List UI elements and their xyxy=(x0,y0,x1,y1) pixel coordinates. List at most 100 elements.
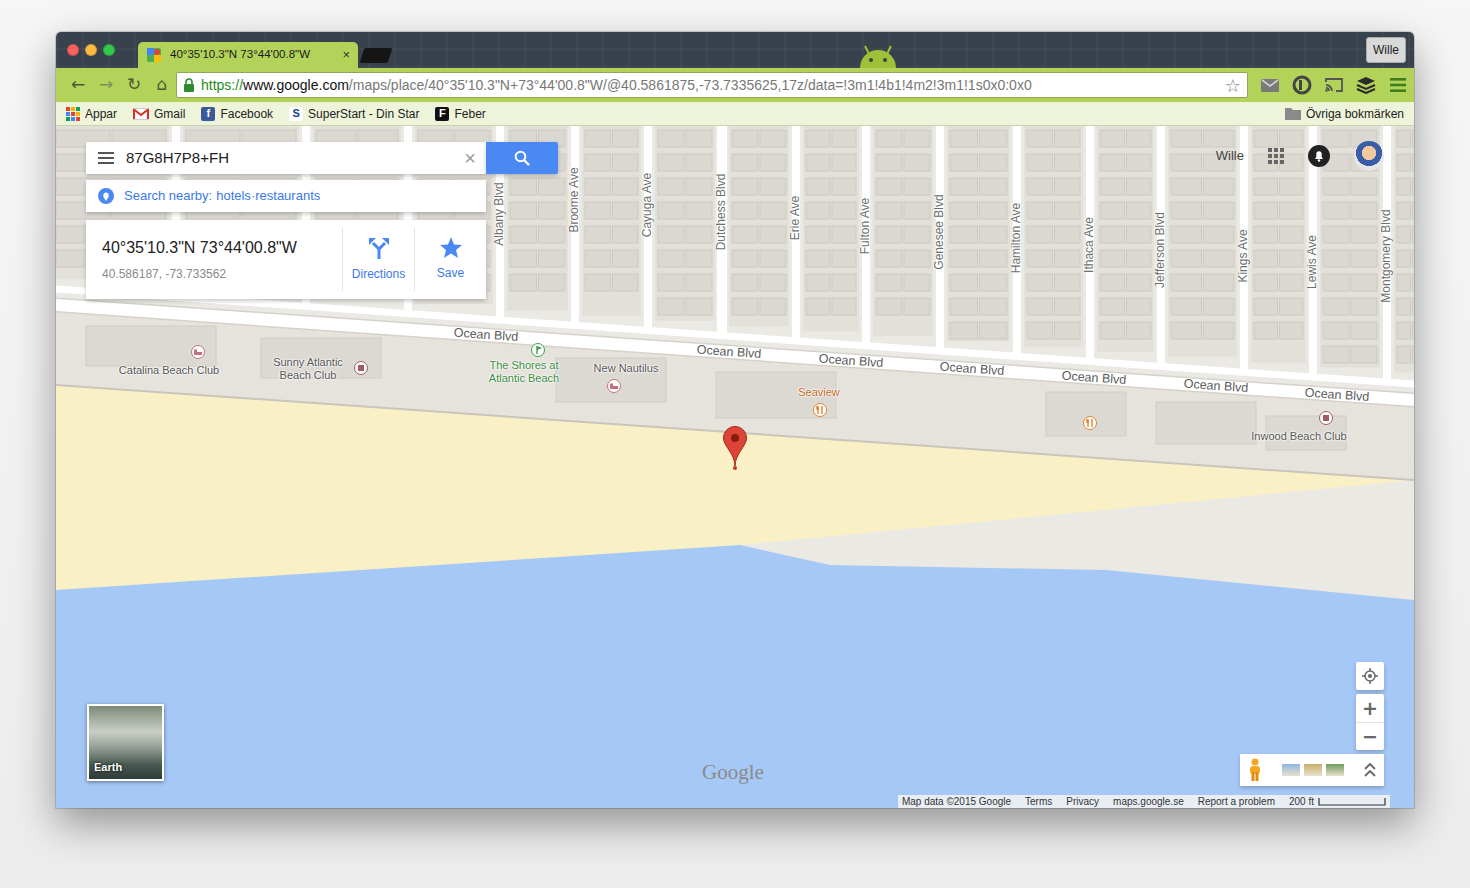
avatar-photo[interactable] xyxy=(1354,141,1384,171)
search-input[interactable] xyxy=(126,147,452,170)
forward-button[interactable]: → xyxy=(92,72,120,98)
maps-favicon-icon xyxy=(146,47,162,63)
earth-label: Earth xyxy=(94,759,122,776)
action-label: Directions xyxy=(352,265,405,283)
bookmark-label: Gmail xyxy=(154,105,185,123)
crosshair-icon xyxy=(1362,668,1378,684)
home-button[interactable]: ⌂ xyxy=(148,72,176,98)
street-label: Lewis Ave xyxy=(1306,235,1320,289)
directions-button[interactable]: Directions xyxy=(342,228,414,291)
map: Albany BlvdBroome AveCayuga AveDutchess … xyxy=(56,126,1414,808)
bar-icon[interactable] xyxy=(1319,411,1333,425)
place-title: 40°35'10.3"N 73°44'00.8"W xyxy=(102,236,326,260)
android-icon xyxy=(855,40,901,68)
bookmark[interactable]: f Facebook xyxy=(201,105,273,123)
url-host: www.google.com xyxy=(243,77,349,93)
bookmark-logo: S xyxy=(289,107,303,121)
apps-grid-icon[interactable] xyxy=(1268,148,1284,164)
map-footer: Map data ©2015 Google Terms Privacy maps.go… xyxy=(898,795,1390,808)
directions-icon xyxy=(369,237,389,259)
bookmark[interactable]: S SuperStart - Din Star xyxy=(289,105,419,123)
apps-icon xyxy=(66,107,80,121)
footer-link[interactable]: maps.google.se xyxy=(1113,795,1184,808)
menu-icon[interactable] xyxy=(1382,78,1414,92)
hotel-icon[interactable] xyxy=(191,345,205,359)
nearby-link[interactable]: hotels xyxy=(216,186,251,206)
dropped-pin-icon[interactable] xyxy=(723,426,747,470)
bookmark-label: Facebook xyxy=(220,105,273,123)
scale-bar-icon xyxy=(1318,798,1386,806)
nearby-link[interactable]: restaurants xyxy=(255,186,320,206)
folder-icon xyxy=(1285,107,1301,120)
bookmark-logo: F xyxy=(435,107,449,121)
zoom-in-button[interactable]: + xyxy=(1356,694,1384,722)
footer-link[interactable]: Report a problem xyxy=(1198,795,1275,808)
tab-close-button[interactable]: × xyxy=(342,45,350,65)
bookmark-logo-letter: F xyxy=(439,108,446,119)
other-bookmarks[interactable]: Övriga bokmärken xyxy=(1285,105,1404,123)
bookmark-label: SuperStart - Din Star xyxy=(308,105,419,123)
bookmark-logo-letter: f xyxy=(207,108,211,119)
golf-icon[interactable] xyxy=(531,343,545,357)
notifications-icon[interactable] xyxy=(1308,145,1330,167)
reload-button[interactable]: ↻ xyxy=(120,72,148,98)
minimize-button[interactable] xyxy=(85,44,97,56)
url-text[interactable]: https://www.google.com/maps/place/40°35'… xyxy=(201,75,1219,96)
account-bar: Wille xyxy=(1216,141,1384,171)
back-button[interactable]: ← xyxy=(64,72,92,98)
bookmark-logo-letter: S xyxy=(292,108,299,119)
zoom-out-button[interactable]: − xyxy=(1356,722,1384,750)
url-path: /maps/place/40°35'10.3"N+73°44'00.8"W/@4… xyxy=(349,77,1032,93)
other-bookmarks-label: Övriga bokmärken xyxy=(1306,105,1404,123)
account-name[interactable]: Wille xyxy=(1216,146,1244,166)
new-tab-button[interactable] xyxy=(360,48,393,63)
imagery-thumbnail[interactable] xyxy=(1282,764,1300,776)
bookmark[interactable]: Gmail xyxy=(133,105,185,123)
cast-icon[interactable] xyxy=(1318,77,1350,93)
earth-view-toggle[interactable]: Earth xyxy=(87,704,164,781)
profile-button[interactable]: Wille xyxy=(1366,37,1406,63)
browser-tab[interactable]: 40°35'10.3"N 73°44'00.8"W× xyxy=(138,42,358,68)
imagery-thumbnail[interactable] xyxy=(1304,764,1322,776)
search-icon xyxy=(514,150,530,166)
expand-icon[interactable] xyxy=(1364,763,1376,777)
save-button[interactable]: Save xyxy=(414,228,486,291)
bookmark-label: Appar xyxy=(85,105,117,123)
bar-icon[interactable] xyxy=(354,361,368,375)
search-nearby[interactable]: Search nearby:hotels·restaurants xyxy=(86,180,486,212)
menu-icon[interactable] xyxy=(98,152,114,164)
hotel-icon[interactable] xyxy=(607,379,621,393)
street-label: Fulton Ave xyxy=(859,198,873,254)
bookmark[interactable]: F Feber xyxy=(435,105,485,123)
address-bar[interactable]: https://www.google.com/maps/place/40°35'… xyxy=(176,72,1248,98)
restaurant-icon[interactable] xyxy=(813,403,827,417)
pegman-icon[interactable] xyxy=(1248,758,1262,782)
footer-link[interactable]: Terms xyxy=(1025,795,1052,808)
map-attribution: Map data ©2015 Google xyxy=(902,795,1011,808)
title-bar: 40°35'10.3"N 73°44'00.8"W× Wille xyxy=(56,32,1414,68)
imagery-thumbnail[interactable] xyxy=(1326,764,1344,776)
search-nearby-text: Search nearby:hotels·restaurants xyxy=(124,186,320,206)
bookmark[interactable]: Appar xyxy=(66,105,117,123)
nearby-separator: · xyxy=(251,186,255,206)
my-location-button[interactable] xyxy=(1356,662,1384,690)
bookmark-label: Feber xyxy=(454,105,485,123)
imagery-bar xyxy=(1240,754,1384,786)
search-box: × xyxy=(86,142,486,174)
url-scheme: https:// xyxy=(201,77,243,93)
browser-window: 40°35'10.3"N 73°44'00.8"W×Wille←→↻⌂https… xyxy=(56,32,1414,808)
close-button[interactable] xyxy=(67,44,79,56)
gmail-icon xyxy=(133,108,149,120)
star-icon xyxy=(440,237,462,258)
layers-extension-icon[interactable] xyxy=(1350,76,1382,94)
footer-link[interactable]: Privacy xyxy=(1066,795,1099,808)
search-button[interactable] xyxy=(486,142,558,174)
restaurant-icon[interactable] xyxy=(1083,416,1097,430)
clear-search-button[interactable]: × xyxy=(464,148,476,168)
zoom-button[interactable] xyxy=(103,44,115,56)
bookmark-star-button[interactable]: ☆ xyxy=(1225,72,1241,99)
gmail-extension-icon[interactable] xyxy=(1254,78,1286,93)
ring-extension-icon[interactable] xyxy=(1286,75,1318,95)
lock-icon xyxy=(183,78,195,92)
street-label: Dutchess Blvd xyxy=(715,174,729,251)
